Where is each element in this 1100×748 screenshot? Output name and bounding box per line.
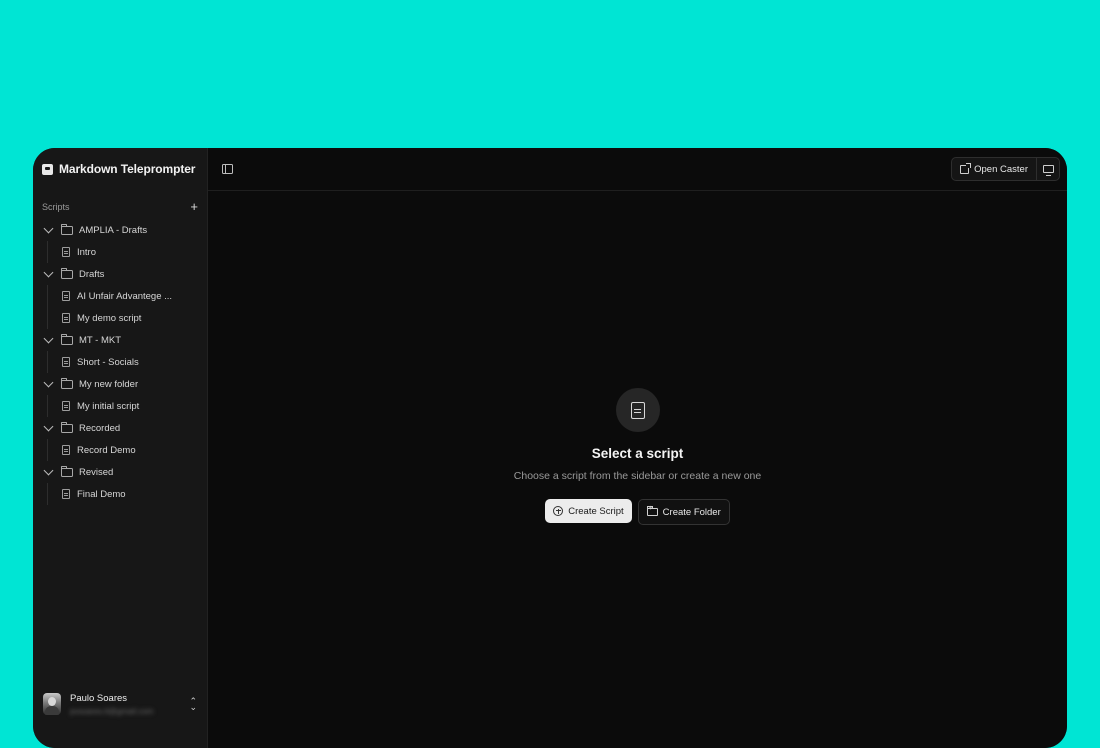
user-info: Paulo Soares pvsoares.lt@gmail.com [70,693,153,716]
scripts-section-header: Scripts + [42,200,198,213]
chevron-down-icon[interactable] [43,333,54,344]
script-item[interactable]: Short - Socials [48,351,207,373]
teleprompter-logo-icon [42,163,53,175]
script-label: Record Demo [77,444,136,456]
folder-item[interactable]: MT - MKT [33,329,207,351]
folder-icon [60,465,73,477]
folder-label: Revised [79,466,114,478]
chevron-down-icon[interactable] [43,465,54,476]
document-icon [630,401,645,419]
folder-children: My initial script [47,395,207,417]
empty-state: Select a script Choose a script from the… [208,388,1067,525]
chevron-down-icon[interactable] [43,421,54,432]
folder-icon [60,333,73,345]
create-folder-button[interactable]: Create Folder [637,499,730,525]
folder-item[interactable]: AMPLIA - Drafts [33,219,207,241]
app-title: Markdown Teleprompter [59,162,196,176]
screen-share-icon [1042,165,1054,176]
folder-item[interactable]: Recorded [33,417,207,439]
script-label: My initial script [77,400,140,412]
create-script-label: Create Script [568,505,624,517]
open-caster-label: Open Caster [974,163,1028,175]
external-link-icon [960,162,972,174]
empty-state-subtitle: Choose a script from the sidebar or crea… [513,470,762,482]
plus-circle-icon [553,506,564,516]
file-text-icon [62,313,70,323]
create-script-button[interactable]: Create Script [545,499,632,523]
file-text-icon [62,357,70,367]
scripts-tree: AMPLIA - Drafts Intro Drafts AI Unfair Adva… [33,219,207,505]
folder-icon [60,223,73,235]
sidebar: Markdown Teleprompter Scripts + AMPLIA -… [33,148,208,748]
file-text-icon [62,247,70,257]
avatar [43,693,61,715]
folder-icon [60,267,73,279]
script-label: Short - Socials [77,356,139,368]
folder-label: MT - MKT [79,334,122,346]
folder-item[interactable]: My new folder [33,373,207,395]
user-email: pvsoares.lt@gmail.com [70,706,154,716]
scripts-label: Scripts [42,202,70,212]
script-item[interactable]: AI Unfair Advantege ... [48,285,207,307]
user-name: Paulo Soares [70,692,128,704]
folder-children: Final Demo [47,483,207,505]
add-script-plus-icon[interactable]: + [190,200,198,213]
folder-label: My new folder [79,378,139,390]
folder-label: AMPLIA - Drafts [79,224,148,236]
folder-icon [60,377,73,389]
chevron-down-icon[interactable] [43,267,54,278]
main-panel: Open Caster Select a script Choose a scr… [208,148,1067,748]
chevron-down-icon[interactable] [43,377,54,388]
empty-state-actions: Create Script Create Folder [545,499,730,525]
script-label: My demo script [77,312,142,324]
empty-state-badge [615,388,660,432]
folder-item[interactable]: Drafts [33,263,207,285]
folder-children: Short - Socials [47,351,207,373]
folder-children: Intro [47,241,207,263]
sidebar-toggle-icon[interactable] [222,164,233,174]
file-text-icon [62,445,70,455]
user-menu[interactable]: Paulo Soares pvsoares.lt@gmail.com ⌃ ⌄ [43,688,199,720]
script-label: AI Unfair Advantege ... [77,290,173,302]
file-text-icon [62,489,70,499]
folder-children: AI Unfair Advantege ... My demo script [47,285,207,329]
brand: Markdown Teleprompter [42,162,195,176]
script-item[interactable]: Intro [48,241,207,263]
caster-button-group: Open Caster [951,157,1060,181]
folder-item[interactable]: Revised [33,461,207,483]
topbar: Open Caster [208,148,1067,191]
file-text-icon [62,401,70,411]
script-label: Final Demo [77,488,126,500]
file-text-icon [62,291,70,301]
app-window: Markdown Teleprompter Scripts + AMPLIA -… [33,148,1067,748]
cast-screen-button[interactable] [1037,158,1059,180]
script-label: Intro [77,246,97,258]
open-caster-button[interactable]: Open Caster [952,158,1037,180]
script-item[interactable]: My demo script [48,307,207,329]
folder-icon [60,421,73,433]
chevrons-up-down-icon: ⌃ ⌄ [189,696,197,712]
create-folder-label: Create Folder [662,506,721,518]
script-item[interactable]: Record Demo [48,439,207,461]
script-item[interactable]: Final Demo [48,483,207,505]
folder-children: Record Demo [47,439,207,461]
folder-plus-icon [646,505,658,517]
folder-label: Drafts [79,268,105,280]
script-item[interactable]: My initial script [48,395,207,417]
chevron-down-icon[interactable] [43,223,54,234]
folder-label: Recorded [79,422,121,434]
empty-state-title: Select a script [591,446,684,461]
